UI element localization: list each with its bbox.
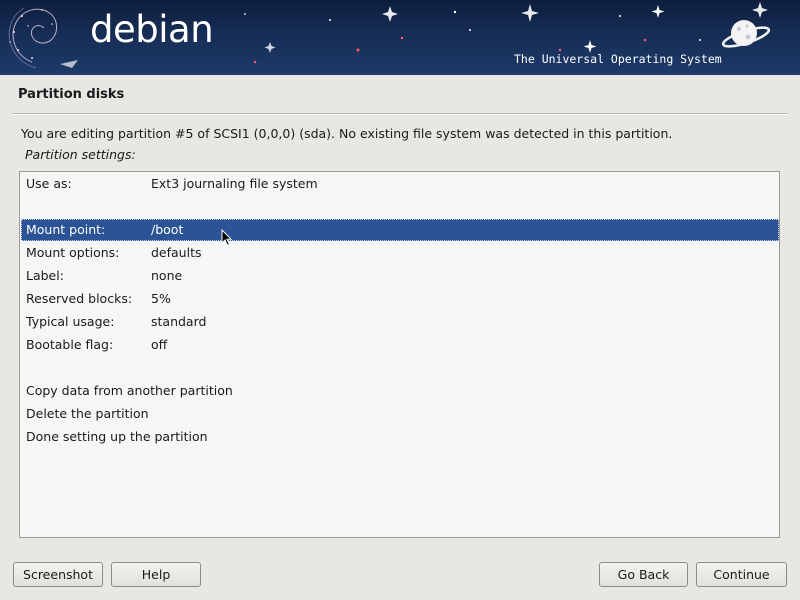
page-title: Partition disks: [18, 87, 125, 102]
setting-key: Typical usage:: [26, 314, 115, 329]
list-item-mount-point[interactable]: Mount point: /boot: [21, 219, 779, 241]
tagline: The Universal Operating System: [514, 52, 722, 66]
list-item-reserved-blocks[interactable]: Reserved blocks: 5%: [21, 288, 779, 310]
setting-value: 5%: [151, 291, 171, 306]
list-item-copy-data[interactable]: Copy data from another partition: [21, 380, 779, 402]
planet-icon: [722, 20, 771, 48]
partition-settings-list[interactable]: Use as: Ext3 journaling file system Moun…: [19, 171, 780, 538]
action-label: Done setting up the partition: [26, 429, 208, 444]
go-back-button[interactable]: Go Back: [599, 562, 688, 587]
setting-value: /boot: [151, 222, 184, 237]
setting-key: Label:: [26, 268, 64, 283]
list-item-done-setting-up[interactable]: Done setting up the partition: [21, 426, 779, 448]
list-item-delete-partition[interactable]: Delete the partition: [21, 403, 779, 425]
divider: [12, 113, 788, 115]
debian-banner: debian The Universal Operating System: [0, 0, 800, 75]
help-button[interactable]: Help: [111, 562, 201, 587]
list-item-label[interactable]: Label: none: [21, 265, 779, 287]
setting-value: standard: [151, 314, 207, 329]
setting-key: Reserved blocks:: [26, 291, 133, 306]
action-label: Copy data from another partition: [26, 383, 233, 398]
action-label: Delete the partition: [26, 406, 149, 421]
partition-settings-heading: Partition settings:: [25, 147, 136, 162]
setting-value: defaults: [151, 245, 202, 260]
list-item-typical-usage[interactable]: Typical usage: standard: [21, 311, 779, 333]
continue-button[interactable]: Continue: [696, 562, 787, 587]
setting-key: Mount options:: [26, 245, 120, 260]
setting-value: Ext3 journaling file system: [151, 176, 318, 191]
setting-key: Mount point:: [26, 222, 106, 237]
list-item-bootable-flag[interactable]: Bootable flag: off: [21, 334, 779, 356]
screenshot-button[interactable]: Screenshot: [13, 562, 103, 587]
setting-key: Use as:: [26, 176, 72, 191]
mouse-pointer-icon: [221, 229, 233, 247]
setting-key: Bootable flag:: [26, 337, 114, 352]
setting-value: none: [151, 268, 183, 283]
list-item-use-as[interactable]: Use as: Ext3 journaling file system: [21, 173, 779, 195]
intro-text: You are editing partition #5 of SCSI1 (0…: [21, 126, 673, 141]
setting-value: off: [151, 337, 168, 352]
list-item-mount-options[interactable]: Mount options: defaults: [21, 242, 779, 264]
